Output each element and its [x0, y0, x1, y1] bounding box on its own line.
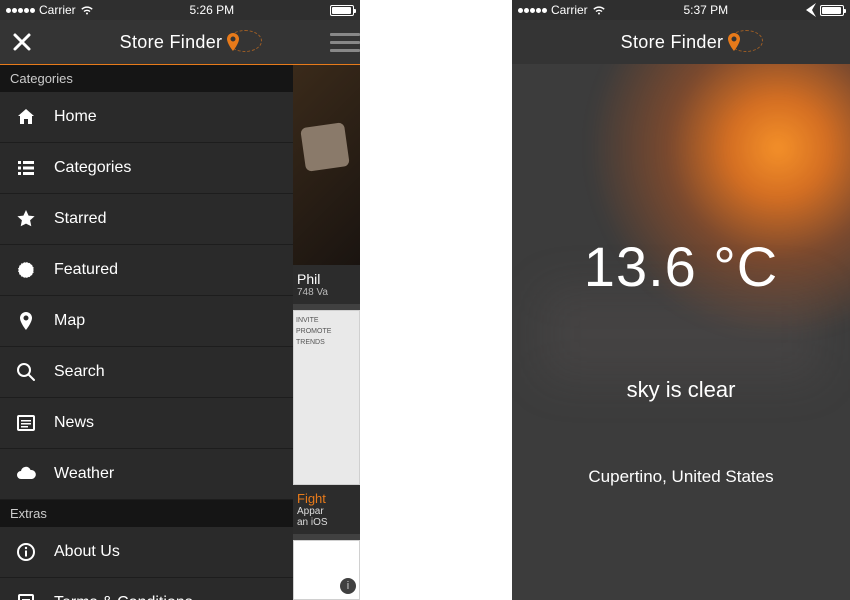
sidebar-item-about[interactable]: About Us [0, 527, 293, 578]
carrier-label: Carrier [39, 3, 76, 17]
star-icon [14, 209, 38, 229]
sidebar-item-terms[interactable]: Terms & Conditions [0, 578, 293, 600]
carrier-label: Carrier [551, 3, 588, 17]
blur-decoration [542, 289, 820, 379]
peek-card-subtitle: 748 Va [297, 287, 356, 298]
content-peek[interactable]: Phil 748 Va INVITEPROMOTETRENDS Fight Ap… [293, 65, 360, 600]
search-icon [14, 362, 38, 382]
badge-icon [14, 260, 38, 280]
sidebar-item-label: Search [54, 363, 105, 381]
close-icon [12, 32, 32, 52]
drawer-section-extras: Extras [0, 500, 293, 527]
peek-card-caption: Phil 748 Va [293, 265, 360, 304]
sidebar-item-categories[interactable]: Categories [0, 143, 293, 194]
weather-panel: 13.6 °C sky is clear Cupertino, United S… [512, 64, 850, 600]
terms-icon [14, 593, 38, 600]
signal-strength-icon [518, 8, 547, 13]
status-bar-right [330, 5, 354, 16]
sidebar-item-news[interactable]: News [0, 398, 293, 449]
status-bar-left: Carrier [518, 3, 606, 17]
sidebar-item-label: Categories [54, 159, 131, 177]
wifi-icon [80, 5, 94, 15]
status-bar-left: Carrier [6, 3, 94, 17]
app-title: Store Finder [621, 32, 742, 53]
sidebar-item-label: Home [54, 108, 97, 126]
sidebar-item-label: About Us [54, 543, 120, 561]
info-icon [14, 542, 38, 562]
sidebar-item-featured[interactable]: Featured [0, 245, 293, 296]
app-title-text: Store Finder [621, 32, 724, 53]
drawer-section-categories: Categories [0, 65, 293, 92]
peek-card-sub: Appar [297, 506, 356, 517]
sidebar-item-map[interactable]: Map [0, 296, 293, 347]
sidebar-item-label: Starred [54, 210, 106, 228]
highlight-decoration [729, 30, 763, 52]
sidebar-item-starred[interactable]: Starred [0, 194, 293, 245]
app-title: Store Finder [120, 32, 241, 53]
sidebar-item-search[interactable]: Search [0, 347, 293, 398]
sidebar-item-label: Terms & Conditions [54, 594, 193, 600]
map-pin-icon [14, 311, 38, 331]
app-title-text: Store Finder [120, 32, 223, 53]
signal-strength-icon [6, 8, 35, 13]
weather-location: Cupertino, United States [588, 467, 773, 487]
news-icon [14, 413, 38, 433]
sidebar-item-label: Map [54, 312, 85, 330]
sidebar-item-label: Featured [54, 261, 118, 279]
close-drawer-button[interactable] [0, 20, 44, 64]
app-header: Store Finder [0, 20, 360, 64]
peek-card-badge: Fight [297, 491, 356, 506]
cloud-icon [14, 464, 38, 484]
status-bar: Carrier 5:37 PM [512, 0, 850, 20]
peek-card-caption: Fight Appar an iOS [293, 485, 360, 534]
wifi-icon [592, 5, 606, 15]
sidebar-item-weather[interactable]: Weather [0, 449, 293, 500]
sidebar-item-home[interactable]: Home [0, 92, 293, 143]
peek-card-sub: an iOS [297, 517, 356, 528]
peek-card-image [293, 65, 360, 265]
battery-icon [330, 5, 354, 16]
list-icon [14, 158, 38, 178]
navigation-drawer: Categories Home Categories Starred Featu… [0, 65, 293, 600]
highlight-decoration [228, 30, 262, 52]
weather-condition: sky is clear [627, 377, 736, 403]
battery-icon [820, 5, 844, 16]
app-header: Store Finder [512, 20, 850, 64]
home-icon [14, 107, 38, 127]
hamburger-button[interactable] [326, 28, 360, 56]
status-bar: Carrier 5:26 PM [0, 0, 360, 20]
status-bar-time: 5:26 PM [94, 3, 330, 17]
phone-screen-weather: Carrier 5:37 PM Store Finder 13.6 °C sky… [512, 0, 850, 600]
info-badge-icon[interactable]: i [340, 578, 356, 594]
status-bar-time: 5:37 PM [606, 3, 806, 17]
status-bar-right [806, 3, 844, 17]
location-arrow-icon [806, 3, 816, 17]
peek-card-title: Phil [297, 271, 356, 287]
weather-temperature: 13.6 °C [512, 234, 850, 299]
phone-screen-drawer: Carrier 5:26 PM Store Finder Categories [0, 0, 360, 600]
peek-card-light: INVITEPROMOTETRENDS [293, 310, 360, 485]
sidebar-item-label: News [54, 414, 94, 432]
sidebar-item-label: Weather [54, 465, 114, 483]
